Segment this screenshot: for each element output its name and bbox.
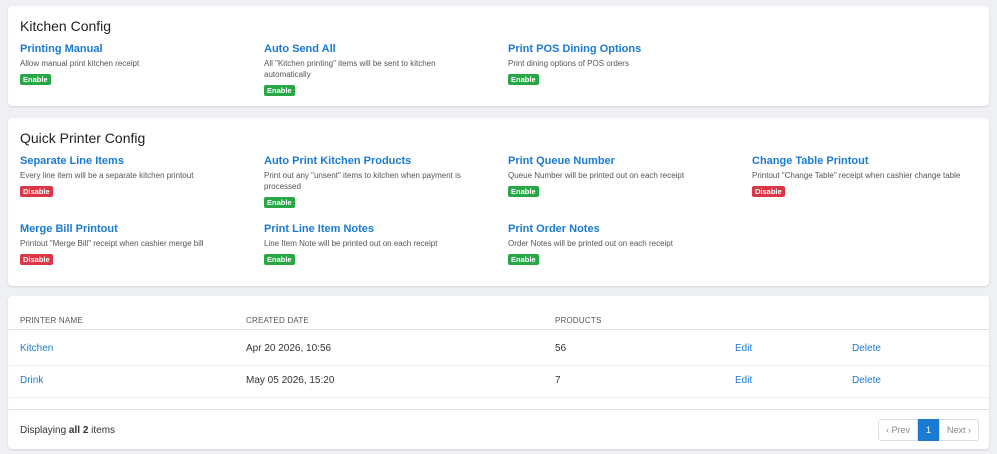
option-change-table-printout: Change Table Printout Printout "Change T… <box>752 155 972 199</box>
table-footer: Displaying all 2 items ‹ Prev 1 Next › <box>8 409 989 450</box>
status-badge[interactable]: Disable <box>20 254 53 265</box>
printers-table-card: PRINTER NAME CREATED DATE PRODUCTS Kitch… <box>8 296 989 449</box>
option-title[interactable]: Separate Line Items <box>20 155 240 168</box>
option-desc: Every line item will be a separate kitch… <box>20 171 194 180</box>
display-total: all 2 <box>68 425 89 436</box>
next-page-button[interactable]: Next › <box>938 419 979 441</box>
products-count: 7 <box>555 375 561 386</box>
column-header-products: PRODUCTS <box>555 316 602 325</box>
products-count: 56 <box>555 343 567 354</box>
option-desc: Queue Number will be printed out on each… <box>508 171 685 180</box>
option-auto-send-all: Auto Send All All "Kitchen printing" ite… <box>264 43 484 98</box>
option-title[interactable]: Print POS Dining Options <box>508 43 728 56</box>
delete-link[interactable]: Delete <box>852 375 881 386</box>
option-desc: Printout "Merge Bill" receipt when cashi… <box>20 239 204 248</box>
option-merge-bill-printout: Merge Bill Printout Printout "Merge Bill… <box>20 223 240 267</box>
page-1-button[interactable]: 1 <box>917 419 939 441</box>
status-badge[interactable]: Enable <box>264 254 295 265</box>
option-print-order-notes: Print Order Notes Order Notes will be pr… <box>508 223 728 267</box>
option-title[interactable]: Print Line Item Notes <box>264 223 484 236</box>
quick-printer-config-card: Quick Printer Config Separate Line Items… <box>8 118 989 286</box>
status-badge[interactable]: Enable <box>264 197 295 208</box>
status-badge[interactable]: Enable <box>508 74 539 85</box>
prev-page-button[interactable]: ‹ Prev <box>877 419 918 441</box>
option-title[interactable]: Print Queue Number <box>508 155 728 168</box>
header-divider <box>8 329 989 330</box>
option-separate-line-items: Separate Line Items Every line item will… <box>20 155 240 199</box>
display-prefix: Displaying <box>20 425 69 436</box>
display-suffix: items <box>88 425 116 436</box>
column-header-printer-name: PRINTER NAME <box>20 316 83 325</box>
status-badge[interactable]: Enable <box>20 74 51 85</box>
option-title[interactable]: Auto Print Kitchen Products <box>264 155 469 168</box>
option-desc: Print out any "unsent" items to kitchen … <box>264 171 461 191</box>
option-desc: Allow manual print kitchen receipt <box>20 59 140 68</box>
table-row: Kitchen Apr 20 2026, 10:56 56 Edit Delet… <box>8 333 989 366</box>
status-badge[interactable]: Enable <box>508 186 539 197</box>
option-title[interactable]: Change Table Printout <box>752 155 972 168</box>
column-header-created-date: CREATED DATE <box>246 316 309 325</box>
created-date: May 05 2026, 15:20 <box>246 375 335 386</box>
option-auto-print-kitchen-products: Auto Print Kitchen Products Print out an… <box>264 155 469 210</box>
option-printing-manual: Printing Manual Allow manual print kitch… <box>20 43 240 87</box>
created-date: Apr 20 2026, 10:56 <box>246 343 332 354</box>
delete-link[interactable]: Delete <box>852 343 881 354</box>
printer-name-link[interactable]: Drink <box>20 375 43 386</box>
option-print-pos-dining-options: Print POS Dining Options Print dining op… <box>508 43 728 87</box>
table-row: Drink May 05 2026, 15:20 7 Edit Delete <box>8 365 989 398</box>
option-title[interactable]: Auto Send All <box>264 43 484 56</box>
option-title[interactable]: Merge Bill Printout <box>20 223 240 236</box>
status-badge[interactable]: Disable <box>20 186 53 197</box>
printer-name-link[interactable]: Kitchen <box>20 343 53 354</box>
option-desc: Line Item Note will be printed out on ea… <box>264 239 438 248</box>
status-badge[interactable]: Enable <box>508 254 539 265</box>
card-title: Quick Printer Config <box>20 130 146 146</box>
edit-link[interactable]: Edit <box>735 343 752 354</box>
option-title[interactable]: Printing Manual <box>20 43 240 56</box>
option-desc: Order Notes will be printed out on each … <box>508 239 673 248</box>
pagination: ‹ Prev 1 Next › <box>877 419 979 441</box>
option-desc: Print dining options of POS orders <box>508 59 629 68</box>
kitchen-config-card: Kitchen Config Printing Manual Allow man… <box>8 6 989 106</box>
status-badge[interactable]: Disable <box>752 186 785 197</box>
edit-link[interactable]: Edit <box>735 375 752 386</box>
option-print-queue-number: Print Queue Number Queue Number will be … <box>508 155 728 199</box>
option-print-line-item-notes: Print Line Item Notes Line Item Note wil… <box>264 223 484 267</box>
display-count: Displaying all 2 items <box>20 425 115 436</box>
option-desc: Printout "Change Table" receipt when cas… <box>752 171 961 180</box>
option-title[interactable]: Print Order Notes <box>508 223 728 236</box>
status-badge[interactable]: Enable <box>264 85 295 96</box>
option-desc: All "Kitchen printing" items will be sen… <box>264 59 436 79</box>
card-title: Kitchen Config <box>20 18 112 34</box>
